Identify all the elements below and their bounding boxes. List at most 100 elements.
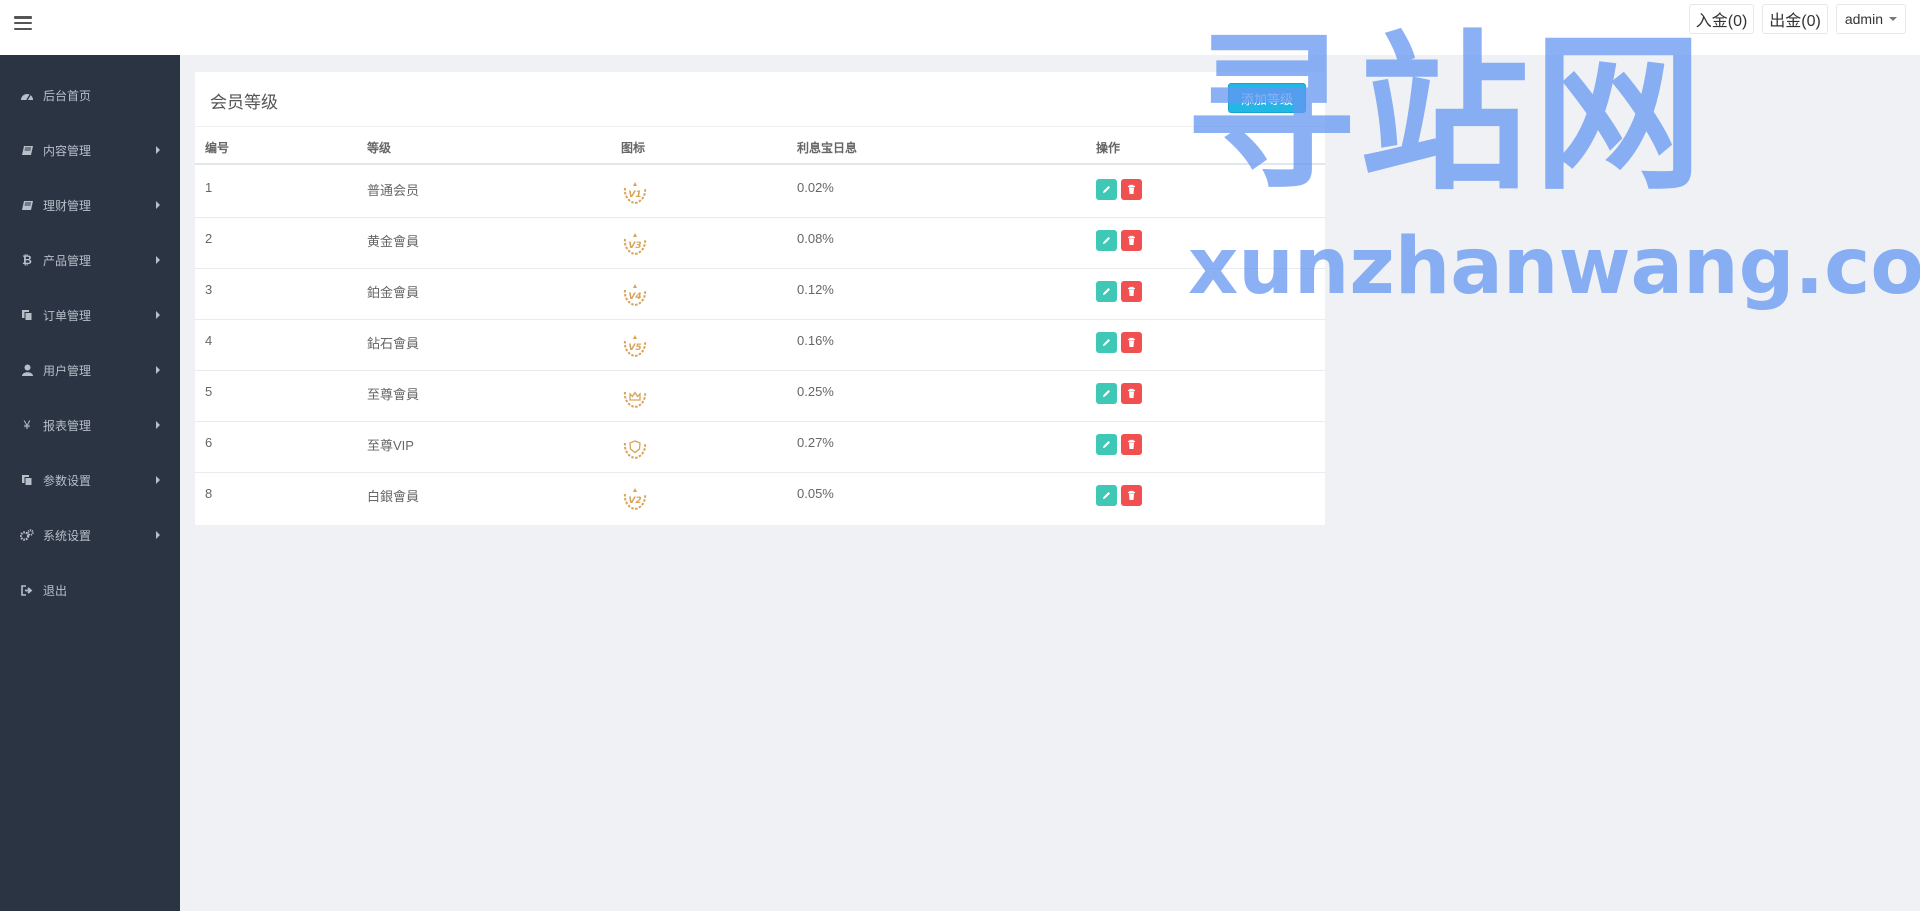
trash-icon [1128, 490, 1135, 500]
delete-button[interactable] [1121, 434, 1142, 455]
user-menu-button[interactable]: admin [1835, 4, 1906, 34]
shield-badge-icon [621, 433, 649, 461]
sidebar-item-content[interactable]: 内容管理 [0, 130, 180, 170]
add-level-button[interactable]: 添加等级 [1228, 83, 1306, 113]
edit-button[interactable] [1096, 179, 1117, 200]
pencil-icon [1103, 390, 1110, 397]
copy-icon [20, 474, 34, 486]
sidebar-item-label: 报表管理 [43, 418, 92, 433]
delete-button[interactable] [1121, 485, 1142, 506]
sign-out-icon [20, 584, 34, 596]
sidebar-item-products[interactable]: ₿ 产品管理 [0, 240, 180, 280]
caret-right-icon [156, 476, 160, 484]
level-badge-icon: V5 [621, 331, 649, 359]
book-icon [20, 199, 34, 211]
table-header: 编号 等级 图标 利息宝日息 操作 [195, 127, 1325, 165]
pencil-icon [1103, 288, 1110, 295]
trash-icon [1128, 439, 1135, 449]
row-rate: 0.02% [797, 180, 834, 195]
row-id: 8 [205, 486, 213, 501]
row-rate: 0.08% [797, 231, 834, 246]
table-row: 1 普通会员 V1 0.02% [195, 167, 1325, 218]
sidebar-item-reports[interactable]: ¥ 报表管理 [0, 405, 180, 445]
table-row: 4 鉆石會員 V5 0.16% [195, 320, 1325, 371]
top-actions: 入金(0) 出金(0) admin [1688, 4, 1906, 34]
sidebar-item-label: 系统设置 [43, 528, 92, 543]
dashboard-icon [20, 89, 34, 101]
row-level: 白銀會員 [367, 489, 420, 504]
caret-right-icon [156, 531, 160, 539]
caret-right-icon [156, 201, 160, 209]
row-rate: 0.16% [797, 333, 834, 348]
row-level: 至尊VIP [367, 438, 414, 453]
column-header-actions: 操作 [1096, 141, 1121, 155]
trash-icon [1128, 184, 1135, 194]
row-level: 至尊會員 [367, 387, 420, 402]
table-row: 8 白銀會員 V2 0.05% [195, 473, 1325, 524]
row-rate: 0.25% [797, 384, 834, 399]
table-row: 2 黄金會員 V3 0.08% [195, 218, 1325, 269]
delete-button[interactable] [1121, 179, 1142, 200]
level-badge-icon: V1 [621, 178, 649, 206]
delete-button[interactable] [1121, 383, 1142, 404]
user-name: admin [1844, 11, 1883, 27]
sidebar-item-label: 内容管理 [43, 143, 92, 158]
column-header-id: 编号 [205, 141, 230, 155]
caret-right-icon [156, 366, 160, 374]
sidebar-item-users[interactable]: 用户管理 [0, 350, 180, 390]
sidebar-item-label: 参数设置 [43, 473, 92, 488]
sidebar-item-label: 用户管理 [43, 363, 92, 378]
trash-icon [1128, 235, 1135, 245]
row-rate: 0.12% [797, 282, 834, 297]
sidebar-item-logout[interactable]: 退出 [0, 570, 180, 610]
sidebar-item-finance[interactable]: 理财管理 [0, 185, 180, 225]
member-level-panel: 会员等级 添加等级 编号 等级 图标 利息宝日息 操作 1 普通会员 V1 0.… [195, 72, 1325, 525]
sidebar-item-label: 退出 [43, 583, 68, 598]
level-badge-icon: V3 [621, 229, 649, 257]
row-id: 2 [205, 231, 213, 246]
row-rate: 0.05% [797, 486, 834, 501]
row-level: 鉆石會員 [367, 336, 420, 351]
withdraw-button[interactable]: 出金(0) [1762, 4, 1828, 34]
level-badge-icon: V2 [621, 484, 649, 512]
pencil-icon [1103, 339, 1110, 346]
row-level: 普通会员 [367, 183, 420, 198]
sidebar-item-label: 订单管理 [43, 308, 92, 323]
column-header-icon: 图标 [621, 141, 646, 155]
column-header-rate: 利息宝日息 [797, 141, 858, 155]
sidebar-item-orders[interactable]: 订单管理 [0, 295, 180, 335]
edit-button[interactable] [1096, 230, 1117, 251]
pencil-icon [1103, 237, 1110, 244]
row-rate: 0.27% [797, 435, 834, 450]
pencil-icon [1103, 186, 1110, 193]
table-row: 5 至尊會員 0.25% [195, 371, 1325, 422]
edit-button[interactable] [1096, 434, 1117, 455]
row-id: 4 [205, 333, 213, 348]
user-icon [20, 364, 34, 376]
sidebar-item-dashboard[interactable]: 后台首页 [0, 75, 180, 115]
caret-right-icon [156, 256, 160, 264]
delete-button[interactable] [1121, 230, 1142, 251]
table-row: 6 至尊VIP 0.27% [195, 422, 1325, 473]
sidebar: 后台首页 内容管理 理财管理 ₿ 产品管理 订单管理 用户管理 ¥ 报表管理 参… [0, 55, 180, 911]
badge-text: V1 [628, 190, 641, 200]
caret-right-icon [156, 311, 160, 319]
deposit-button[interactable]: 入金(0) [1688, 4, 1755, 34]
badge-text: V2 [628, 496, 641, 506]
edit-button[interactable] [1096, 485, 1117, 506]
sidebar-item-params[interactable]: 参数设置 [0, 460, 180, 500]
sidebar-item-system[interactable]: 系统设置 [0, 515, 180, 555]
pencil-icon [1103, 492, 1110, 499]
edit-button[interactable] [1096, 383, 1117, 404]
row-id: 5 [205, 384, 213, 399]
delete-button[interactable] [1121, 332, 1142, 353]
delete-button[interactable] [1121, 281, 1142, 302]
row-level: 鉑金會員 [367, 285, 420, 300]
edit-button[interactable] [1096, 332, 1117, 353]
edit-button[interactable] [1096, 281, 1117, 302]
badge-text: V5 [628, 343, 641, 353]
menu-toggle-icon[interactable] [14, 16, 32, 30]
trash-icon [1128, 388, 1135, 398]
book-icon [20, 144, 34, 156]
row-id: 6 [205, 435, 213, 450]
